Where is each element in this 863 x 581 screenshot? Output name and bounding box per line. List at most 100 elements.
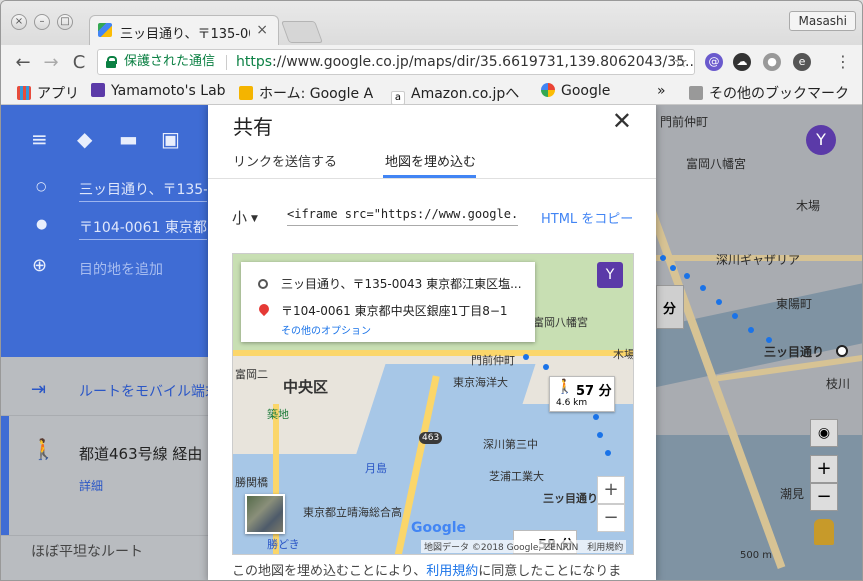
- url-text: https://www.google.co.jp/maps/dir/35.661…: [236, 54, 695, 70]
- zoom-out-button[interactable]: −: [810, 483, 838, 511]
- preview-zoom-out-button[interactable]: −: [597, 504, 625, 532]
- size-dropdown[interactable]: 小 ▼: [232, 207, 258, 228]
- preview-origin: 三ッ目通り、〒135-0043 東京都江東区塩...: [281, 277, 522, 291]
- route-details-link[interactable]: 詳細: [79, 477, 103, 494]
- origin-input[interactable]: 三ッ目通り、〒135-0: [79, 179, 207, 199]
- extension-icon-1[interactable]: @: [705, 53, 723, 71]
- browser-window: × – □ 三ッ目通り、〒135-00 × Masashi ← → C 保護され…: [0, 0, 863, 581]
- route-463-badge: 463: [419, 432, 443, 444]
- bookmark-google-home[interactable]: ホーム: Google A: [239, 83, 377, 103]
- close-dialog-button[interactable]: ✕: [612, 107, 632, 135]
- divider: [208, 178, 656, 179]
- reload-button[interactable]: C: [69, 52, 89, 73]
- pegman-icon[interactable]: [814, 519, 834, 545]
- tab-close-icon[interactable]: ×: [256, 22, 268, 38]
- car-icon[interactable]: ▬: [119, 127, 138, 151]
- preview-destination: 〒104-0061 東京都中央区銀座1丁目8−1: [281, 304, 508, 318]
- yamamoto-lab-icon: [91, 83, 105, 97]
- bookmarks-overflow-button[interactable]: »: [657, 83, 666, 99]
- route-dot: [748, 327, 754, 333]
- other-bookmarks-folder[interactable]: その他のブックマーク: [689, 83, 849, 103]
- map-label: 勝関橋: [235, 476, 268, 489]
- menu-icon[interactable]: ≡: [31, 127, 48, 151]
- bookmark-star-icon[interactable]: ☆: [674, 50, 688, 74]
- divider: [226, 55, 227, 70]
- menu-icon[interactable]: ⋮: [833, 52, 853, 71]
- map-label: 東京都立晴海総合高: [303, 506, 402, 519]
- folder-icon: [689, 86, 703, 100]
- extension-icon-3[interactable]: ●: [763, 53, 781, 71]
- route-dot: [605, 450, 611, 456]
- map-label: 勝どき: [267, 538, 300, 551]
- tab-send-link[interactable]: リンクを送信する: [233, 151, 337, 170]
- embed-map-preview[interactable]: 中央区 築地 月島 勝どき 東京海洋大 深川第三中 芝浦工業大 東京都立晴海総合…: [232, 253, 634, 555]
- directions-mode-icon[interactable]: ◆: [77, 127, 92, 151]
- add-destination-icon[interactable]: ⊕: [32, 255, 47, 276]
- satellite-toggle[interactable]: [245, 494, 285, 534]
- destination-pin-icon: [256, 301, 272, 317]
- my-location-icon[interactable]: ◉: [810, 419, 838, 447]
- bookmark-apps[interactable]: アプリ: [17, 83, 79, 103]
- secure-label: 保護された通信: [124, 54, 216, 69]
- bookmark-yamamotos-lab[interactable]: Yamamoto's Lab: [91, 83, 227, 99]
- map-label: 富岡八幡宮: [686, 157, 747, 171]
- route-card[interactable]: 三ッ目通り、〒135-0043 東京都江東区塩... 〒104-0061 東京都…: [241, 262, 535, 342]
- terms-link[interactable]: 利用規約: [426, 564, 478, 579]
- new-tab-button[interactable]: [280, 21, 324, 43]
- evernote-icon[interactable]: e: [793, 53, 811, 71]
- map-label: 枝川: [826, 377, 851, 391]
- map-attribution: 地図データ ©2018 Google, ZENRIN 利用規約: [421, 540, 627, 553]
- walk-time-box[interactable]: 🚶 57 分 4.6 km: [549, 376, 615, 412]
- map-label: 潮見: [780, 487, 805, 501]
- bookmark-google[interactable]: Google: [541, 83, 610, 99]
- embed-code-field[interactable]: <iframe src="https://www.google.com/m: [287, 207, 518, 226]
- share-dialog: 共有 ✕ リンクを送信する 地図を埋め込む 小 ▼ <iframe src="ht…: [208, 105, 656, 580]
- google-icon: [541, 83, 555, 97]
- send-to-mobile-icon[interactable]: ⇥: [31, 379, 46, 400]
- route-dot: [716, 299, 722, 305]
- map-label: 深川ギャザリア: [716, 253, 801, 267]
- main-map[interactable]: 富岡八幡宮 門前仲町 木場 深川ギャザリア 三ッ目通り 東陽町 枝川 潮見 50…: [656, 105, 862, 580]
- map-label: 門前仲町: [660, 115, 709, 129]
- tab-title: 三ッ目通り、〒135-00: [120, 27, 250, 42]
- zoom-in-button[interactable]: +: [810, 455, 838, 483]
- yamamoto-lab-marker-icon[interactable]: Y: [806, 125, 836, 155]
- map-label: 木場: [613, 348, 634, 361]
- map-label: 中央区: [283, 378, 329, 396]
- profile-button[interactable]: Masashi: [789, 11, 856, 31]
- origin-marker: [836, 345, 848, 357]
- send-to-mobile-link[interactable]: ルートをモバイル端末: [79, 381, 219, 401]
- add-destination-input[interactable]: 目的地を追加: [79, 259, 163, 279]
- copy-html-button[interactable]: HTML をコピー: [541, 208, 633, 227]
- more-options-link[interactable]: その他のオプション: [281, 322, 371, 337]
- map-scale: 500 m: [740, 550, 773, 561]
- route-time-box[interactable]: 分: [656, 285, 684, 329]
- yamamoto-lab-marker-icon[interactable]: Y: [597, 262, 623, 288]
- back-button[interactable]: ←: [13, 52, 33, 73]
- transit-icon[interactable]: ▣: [161, 127, 180, 151]
- map-label: 深川第三中: [483, 438, 538, 451]
- walking-icon: 🚶: [31, 437, 56, 461]
- maximize-window-button[interactable]: □: [57, 14, 73, 30]
- forward-button[interactable]: →: [41, 52, 61, 73]
- google-logo: Google: [411, 520, 467, 536]
- browser-tab[interactable]: 三ッ目通り、〒135-00 ×: [89, 15, 279, 45]
- divider: [79, 239, 207, 240]
- map-label: 東陽町: [776, 297, 813, 311]
- tab-embed-map[interactable]: 地図を埋め込む: [385, 151, 476, 170]
- dialog-footer-text: この地図を埋め込むことにより、利用規約に同意したことになりま: [232, 564, 622, 579]
- minimize-window-button[interactable]: –: [34, 14, 50, 30]
- route-dot: [523, 354, 529, 360]
- bookmark-amazon[interactable]: a Amazon.co.jpへ: [391, 83, 529, 105]
- cloud-download-icon[interactable]: ☁: [733, 53, 751, 71]
- preview-zoom-in-button[interactable]: +: [597, 476, 625, 504]
- map-label: 三ッ目通り: [764, 345, 825, 359]
- route-dot: [670, 265, 676, 271]
- address-bar[interactable]: 保護された通信 https://www.google.co.jp/maps/di…: [97, 49, 695, 75]
- close-window-button[interactable]: ×: [11, 14, 27, 30]
- google-drive-icon: [239, 86, 253, 100]
- route-title: 都道463号線 経由: [79, 445, 203, 463]
- destination-input[interactable]: 〒104-0061 東京都: [79, 217, 207, 237]
- route-dot: [660, 255, 666, 261]
- route-dot: [593, 414, 599, 420]
